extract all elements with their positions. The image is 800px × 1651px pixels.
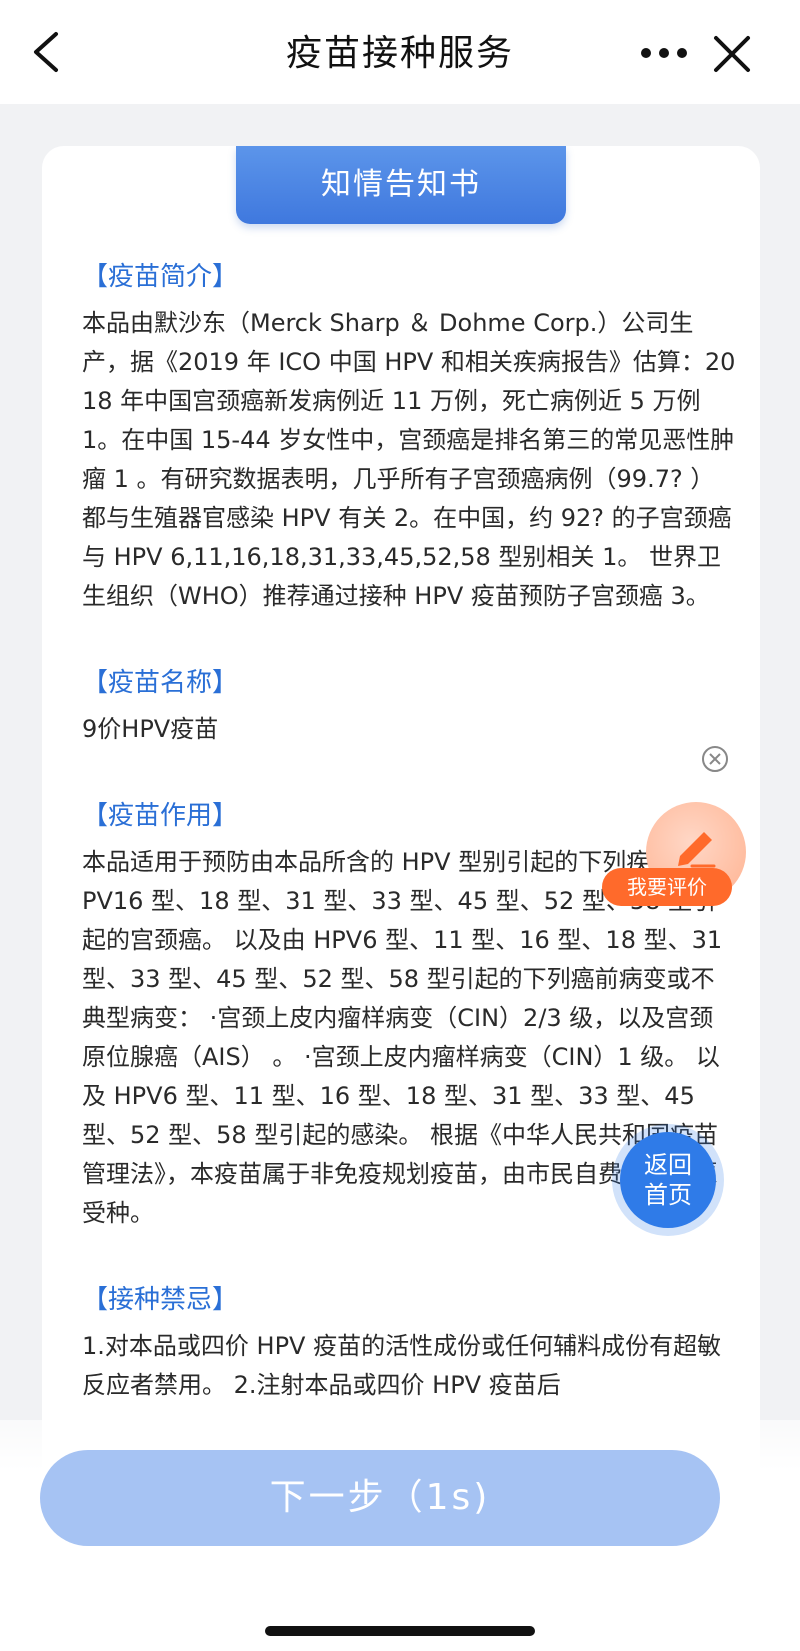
more-dots-icon[interactable] <box>638 40 690 66</box>
section-body: 本品由默沙东（Merck Sharp ＆ Dohme Corp.）公司生产，据《… <box>82 309 736 610</box>
evaluate-label: 我要评价 <box>602 868 732 906</box>
home-indicator <box>265 1626 535 1636</box>
section-title: 【接种禁忌】 <box>82 1285 239 1315</box>
return-home-line2: 首页 <box>644 1181 692 1209</box>
card-tab-title: 知情告知书 <box>236 146 566 224</box>
section-title: 【疫苗名称】 <box>82 668 239 698</box>
next-step-button[interactable]: 下一步（1s) <box>40 1450 720 1546</box>
section-title: 【疫苗简介】 <box>82 262 239 292</box>
section-contraindications: 【接种禁忌】 1.对本品或四价 HPV 疫苗的活性成份或任何辅料成份有超敏反应者… <box>82 1281 737 1405</box>
section-vaccine-name: 【疫苗名称】 9价HPV疫苗 <box>82 664 737 749</box>
section-vaccine-intro: 【疫苗简介】 本品由默沙东（Merck Sharp ＆ Dohme Corp.）… <box>82 258 737 616</box>
close-circle-icon[interactable] <box>700 744 730 774</box>
evaluate-float-button[interactable]: 我要评价 <box>602 788 772 906</box>
return-home-line1: 返回 <box>644 1151 692 1179</box>
return-home-button[interactable]: 返回 首页 <box>620 1132 716 1228</box>
close-icon[interactable] <box>712 34 752 74</box>
pencil-icon <box>678 832 716 868</box>
section-body: 9价HPV疫苗 <box>82 715 219 743</box>
section-body: 1.对本品或四价 HPV 疫苗的活性成份或任何辅料成份有超敏反应者禁用。 2.注… <box>82 1332 722 1399</box>
top-nav-bar: 疫苗接种服务 <box>0 0 800 104</box>
